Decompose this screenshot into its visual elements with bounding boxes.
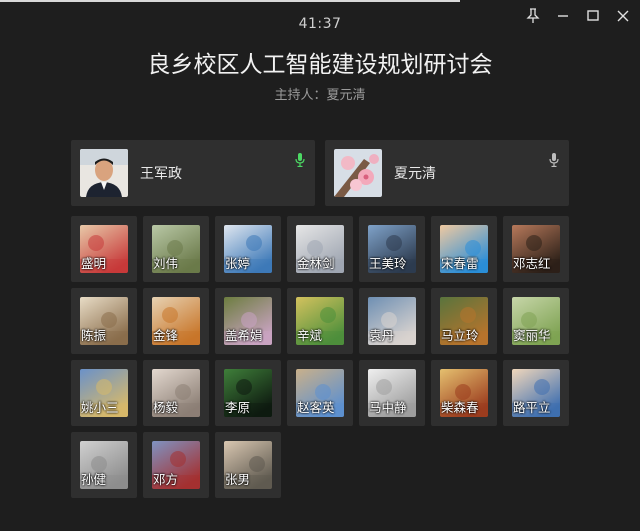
participant-name: 盛明 xyxy=(81,256,107,271)
participant-tile[interactable]: 张婷 xyxy=(215,216,281,282)
participant-tile[interactable]: 李原 xyxy=(215,360,281,426)
participant-tile[interactable]: 窦丽华 xyxy=(503,288,569,354)
participant-name: 赵客英 xyxy=(297,400,335,415)
participant-name: 马立玲 xyxy=(441,328,479,343)
participant-name: 李原 xyxy=(225,400,251,415)
participant-tile[interactable]: 孙健 xyxy=(71,432,137,498)
speaker-card[interactable]: 夏元清 xyxy=(325,140,569,206)
microphone-icon xyxy=(295,152,305,171)
host-name: 夏元清 xyxy=(326,88,366,103)
participant-name: 刘伟 xyxy=(153,256,179,271)
participant-name: 马中静 xyxy=(369,400,407,415)
participant-tile[interactable]: 柴森春 xyxy=(431,360,497,426)
participant-tile[interactable]: 张男 xyxy=(215,432,281,498)
participant-tile[interactable]: 金林剑 xyxy=(287,216,353,282)
participant-tile[interactable]: 马中静 xyxy=(359,360,425,426)
participant-name: 张婷 xyxy=(225,256,251,271)
participant-tile[interactable]: 邓方 xyxy=(143,432,209,498)
participant-name: 金锋 xyxy=(153,328,179,343)
participant-name: 姚小三 xyxy=(81,400,119,415)
participant-name: 杨毅 xyxy=(153,400,179,415)
speaker-card[interactable]: 王军政 xyxy=(71,140,315,206)
participant-name: 路平立 xyxy=(513,400,551,415)
avatar xyxy=(80,149,128,197)
meeting-host: 主持人：夏元清 xyxy=(0,84,640,103)
participant-tile[interactable]: 陈振 xyxy=(71,288,137,354)
participant-name: 陈振 xyxy=(81,328,107,343)
participant-tile[interactable]: 金锋 xyxy=(143,288,209,354)
participant-tile[interactable]: 盖希娟 xyxy=(215,288,281,354)
participant-name: 窦丽华 xyxy=(513,328,551,343)
participant-name: 宋春雷 xyxy=(441,256,479,271)
participant-tile[interactable]: 刘伟 xyxy=(143,216,209,282)
participant-name: 袁丹 xyxy=(369,328,395,343)
participant-tile[interactable]: 宋春雷 xyxy=(431,216,497,282)
participant-grid: 盛明 刘伟 张婷 金林剑 王美玲 宋春雷 邓志红陈振 金锋 盖希娟 辛斌 袁丹 马立玲 窦丽华姚小三 杨毅… xyxy=(71,216,569,498)
meeting-timer: 41:37 xyxy=(298,16,342,32)
participant-name: 王美玲 xyxy=(369,256,407,271)
participant-name: 孙健 xyxy=(81,472,107,487)
participant-tile[interactable]: 路平立 xyxy=(503,360,569,426)
speaker-name: 王军政 xyxy=(140,166,182,182)
speaker-name: 夏元清 xyxy=(394,166,436,182)
avatar xyxy=(334,149,382,197)
meeting-title: 良乡校区人工智能建设规划研讨会 xyxy=(147,52,493,78)
participant-name: 盖希娟 xyxy=(225,328,263,343)
participant-tile[interactable]: 杨毅 xyxy=(143,360,209,426)
participant-tile[interactable]: 邓志红 xyxy=(503,216,569,282)
participant-tile[interactable]: 姚小三 xyxy=(71,360,137,426)
participant-name: 张男 xyxy=(225,472,251,487)
participant-tile[interactable]: 盛明 xyxy=(71,216,137,282)
window-top-border xyxy=(0,0,460,2)
participant-name: 柴森春 xyxy=(441,400,479,415)
participant-name: 辛斌 xyxy=(297,328,323,343)
participant-tile[interactable]: 王美玲 xyxy=(359,216,425,282)
participant-name: 金林剑 xyxy=(297,256,335,271)
host-label: 主持人： xyxy=(274,88,327,103)
speaker-row: 王军政 夏元清 xyxy=(71,140,569,206)
participant-tile[interactable]: 马立玲 xyxy=(431,288,497,354)
participant-tile[interactable]: 辛斌 xyxy=(287,288,353,354)
participant-name: 邓方 xyxy=(153,472,179,487)
participant-tile[interactable]: 赵客英 xyxy=(287,360,353,426)
microphone-icon xyxy=(549,152,559,171)
participant-tile[interactable]: 袁丹 xyxy=(359,288,425,354)
participant-name: 邓志红 xyxy=(513,256,551,271)
